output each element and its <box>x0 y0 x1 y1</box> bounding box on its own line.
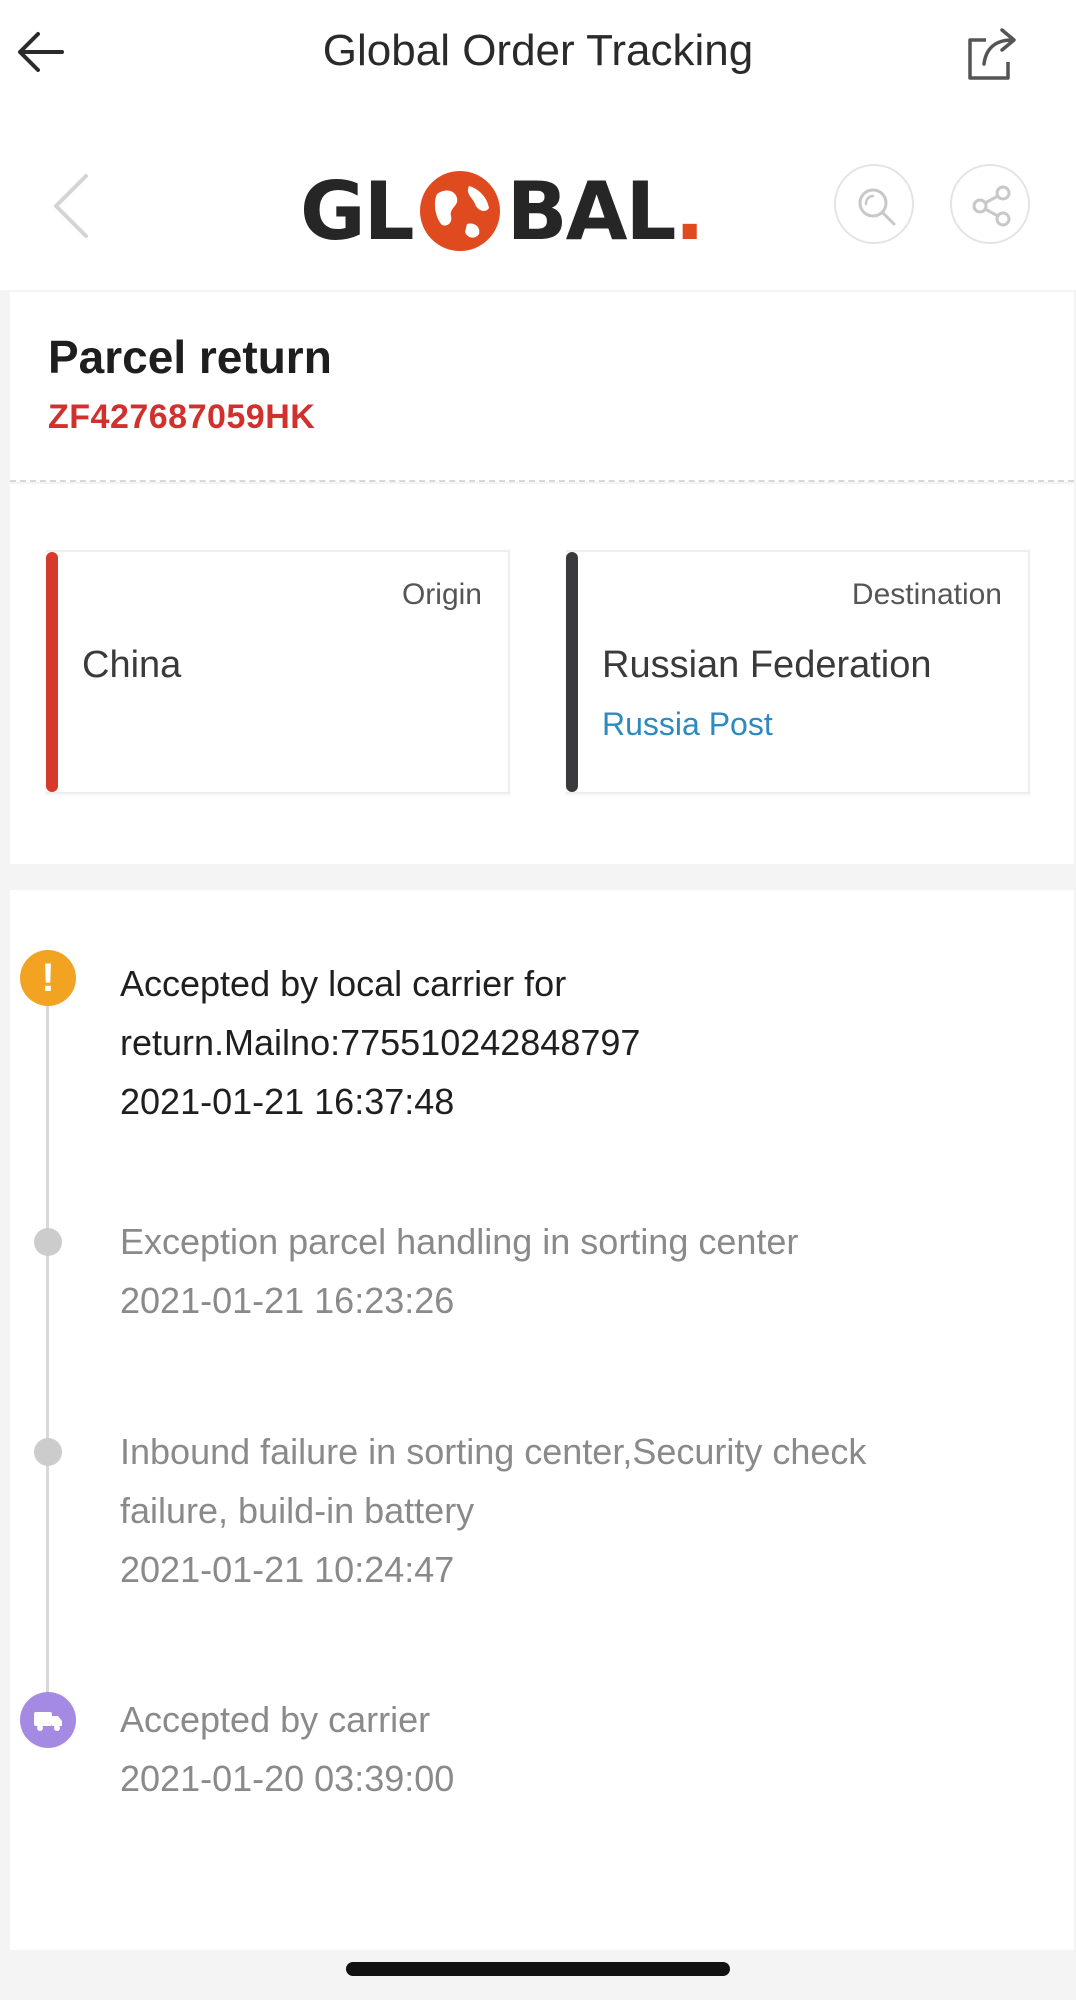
event-time: 2021-01-21 16:37:48 <box>120 1081 455 1122</box>
event-description: failure, build-in battery <box>120 1490 475 1531</box>
global-logo: GL BAL . <box>300 164 705 258</box>
timeline-line <box>46 970 49 1710</box>
dot-icon <box>34 1438 62 1466</box>
tracking-number[interactable]: ZF427687059HK <box>48 398 315 437</box>
search-button[interactable] <box>834 164 914 244</box>
event-description: Accepted by carrier <box>120 1699 431 1740</box>
destination-carrier-link[interactable]: Russia Post <box>602 706 773 743</box>
site-header: GL BAL . <box>0 104 1076 290</box>
event-description: Accepted by local carrier for <box>120 963 567 1004</box>
truck-icon <box>20 1692 76 1748</box>
origin-card: Origin China <box>46 550 510 794</box>
origin-caption: Origin <box>401 578 482 611</box>
timeline-event: Accepted by local carrier for return.Mai… <box>120 954 1020 1131</box>
event-description: return.Mailno:775510242848797 <box>120 1022 641 1063</box>
event-description: Inbound failure in sorting center,Securi… <box>120 1431 867 1472</box>
dot-icon <box>34 1228 62 1256</box>
logo-dot: . <box>674 164 705 258</box>
globe-icon <box>415 166 505 256</box>
destination-country: Russian Federation <box>602 644 932 686</box>
page-title: Global Order Tracking <box>322 26 754 75</box>
logo-prefix: GL <box>300 164 415 258</box>
tracking-timeline: ! Accepted by local carrier for return.M… <box>10 890 1074 1950</box>
destination-accent-bar <box>566 552 578 792</box>
parcel-summary: Parcel return ZF427687059HK <box>10 292 1074 482</box>
origin-accent-bar <box>46 552 58 792</box>
logo-suffix: BAL <box>506 164 677 258</box>
event-description: Exception parcel handling in sorting cen… <box>120 1221 799 1262</box>
search-icon <box>858 188 896 226</box>
exclamation-icon: ! <box>20 950 76 1006</box>
app-bar: Global Order Tracking <box>0 0 1076 104</box>
chevron-left-icon[interactable] <box>46 170 94 242</box>
event-time: 2021-01-21 16:23:26 <box>120 1280 455 1321</box>
destination-card: Destination Russian Federation Russia Po… <box>566 550 1030 794</box>
timeline-event: Inbound failure in sorting center,Securi… <box>120 1422 1020 1599</box>
divider <box>10 480 1074 482</box>
destination-caption: Destination <box>851 578 1002 611</box>
timeline-event: Accepted by carrier 2021-01-20 03:39:00 <box>120 1690 1020 1808</box>
home-indicator[interactable] <box>346 1962 730 1976</box>
event-time: 2021-01-21 10:24:47 <box>120 1549 455 1590</box>
timeline-event: Exception parcel handling in sorting cen… <box>120 1212 1020 1330</box>
share-external-icon[interactable] <box>960 22 1024 86</box>
parcel-status: Parcel return <box>48 331 332 383</box>
origin-country: China <box>82 644 182 686</box>
share-nodes-icon <box>972 185 1011 227</box>
event-time: 2021-01-20 03:39:00 <box>120 1758 455 1799</box>
route-section: Origin China Destination Russian Federat… <box>10 484 1074 864</box>
share-button[interactable] <box>950 164 1030 244</box>
